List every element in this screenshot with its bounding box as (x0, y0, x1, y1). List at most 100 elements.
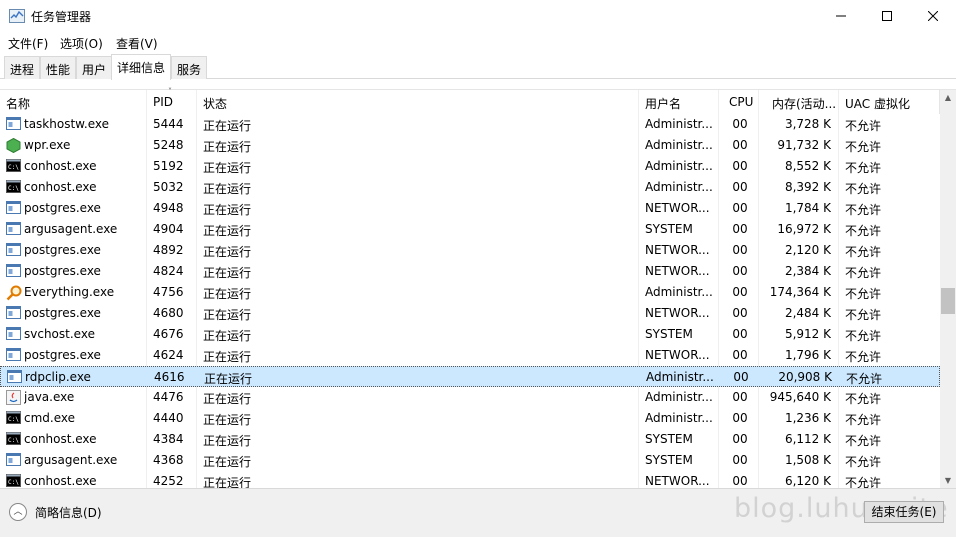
menu-view[interactable]: 查看(V) (116, 35, 158, 52)
username-cell: Administr... (646, 370, 714, 384)
console-icon: C:\ (6, 180, 21, 193)
window-app-icon (6, 222, 21, 235)
uac-cell: 不允许 (845, 455, 882, 469)
column-header-name[interactable]: 名称 (0, 90, 147, 114)
process-name-cell: postgres.exe (24, 306, 101, 320)
column-header-cpu[interactable]: CPU (719, 90, 759, 114)
column-header-memory[interactable]: 内存(活动... (759, 90, 839, 114)
pid-cell: 4892 (153, 243, 184, 257)
memory-cell: 16,972 K (777, 222, 831, 236)
scrollbar-thumb[interactable] (941, 288, 955, 314)
close-button[interactable] (910, 0, 956, 32)
table-row[interactable]: wpr.exe 5248 正在运行 Administr... 00 91,732 K 不允许 (0, 135, 940, 156)
memory-cell: 1,784 K (784, 201, 831, 215)
uac-cell: 不允许 (845, 434, 882, 448)
pid-cell: 4440 (153, 411, 184, 425)
cpu-cell: 00 (732, 201, 748, 215)
process-name-cell: svchost.exe (24, 327, 95, 341)
window-app-icon (6, 243, 21, 256)
process-name-cell: Everything.exe (24, 285, 115, 299)
tab-processes[interactable]: 进程 (4, 56, 41, 79)
tab-details[interactable]: 详细信息 (111, 54, 172, 80)
uac-cell: 不允许 (845, 119, 882, 133)
pid-cell: 4476 (153, 390, 184, 404)
column-header-user[interactable]: 用户名 (639, 90, 719, 114)
username-cell: Administr... (645, 411, 713, 425)
chevron-up-icon[interactable]: ︿ (9, 503, 27, 521)
table-row[interactable]: C:\ conhost.exe 4384 正在运行 SYSTEM 00 6,112 K 不允许 (0, 429, 940, 450)
status-cell: 正在运行 (203, 413, 252, 427)
uac-cell: 不允许 (845, 413, 882, 427)
status-cell: 正在运行 (203, 182, 252, 196)
table-row[interactable]: java.exe 4476 正在运行 Administr... 00 945,640 K 不… (0, 387, 940, 408)
svg-text:C:\: C:\ (8, 437, 19, 444)
status-cell: 正在运行 (203, 434, 252, 448)
uac-cell: 不允许 (846, 372, 883, 386)
table-row[interactable]: C:\ cmd.exe 4440 正在运行 Administr... 00 1,236 K 不… (0, 408, 940, 429)
memory-cell: 91,732 K (777, 138, 831, 152)
column-header-status[interactable]: 状态 (197, 90, 639, 114)
brief-info-link[interactable]: 简略信息(D) (35, 504, 102, 521)
uac-cell: 不允许 (845, 266, 882, 280)
table-row[interactable]: C:\ conhost.exe 5192 正在运行 Administr... 00 8,55… (0, 156, 940, 177)
menu-file[interactable]: 文件(F) (8, 35, 48, 52)
process-name-cell: conhost.exe (24, 474, 97, 488)
table-row[interactable]: postgres.exe 4680 正在运行 NETWOR... 00 2,484 K 不允… (0, 303, 940, 324)
sort-arrow-icon: ˅ (168, 87, 172, 96)
end-task-button[interactable]: 结束任务(E) (864, 501, 944, 523)
table-row[interactable]: svchost.exe 4676 正在运行 SYSTEM 00 5,912 K 不允许 (0, 324, 940, 345)
username-cell: SYSTEM (645, 327, 693, 341)
process-name-cell: argusagent.exe (24, 222, 118, 236)
status-cell: 正在运行 (203, 224, 252, 238)
status-cell: 正在运行 (203, 119, 252, 133)
maximize-button[interactable] (864, 0, 910, 32)
table-row[interactable]: argusagent.exe 4904 正在运行 SYSTEM 00 16,972 K 不允… (0, 219, 940, 240)
table-row[interactable]: argusagent.exe 4368 正在运行 SYSTEM 00 1,508 K 不允许 (0, 450, 940, 471)
scroll-up-arrow-icon[interactable]: ▲ (940, 90, 956, 106)
table-row[interactable]: postgres.exe 4892 正在运行 NETWOR... 00 2,120 K 不允… (0, 240, 940, 261)
cpu-cell: 00 (732, 117, 748, 131)
scroll-down-arrow-icon[interactable]: ▼ (940, 473, 956, 489)
uac-cell: 不允许 (845, 140, 882, 154)
cpu-cell: 00 (732, 327, 748, 341)
memory-cell: 20,908 K (778, 370, 832, 384)
console-icon: C:\ (6, 159, 21, 172)
pid-cell: 5444 (153, 117, 184, 131)
window-app-icon (6, 453, 21, 466)
menu-bar: 文件(F) 选项(O) 查看(V) (0, 32, 956, 52)
minimize-button[interactable] (818, 0, 864, 32)
column-header-pid[interactable]: PID ˅ (147, 87, 197, 114)
status-cell: 正在运行 (203, 266, 252, 280)
uac-cell: 不允许 (845, 392, 882, 406)
cpu-cell: 00 (732, 285, 748, 299)
table-row[interactable]: postgres.exe 4624 正在运行 NETWOR... 00 1,796 K 不允… (0, 345, 940, 366)
username-cell: NETWOR... (645, 306, 710, 320)
tab-services[interactable]: 服务 (171, 56, 208, 79)
column-header-uac[interactable]: UAC 虚拟化 (839, 90, 940, 114)
status-cell: 正在运行 (203, 308, 252, 322)
table-row[interactable]: postgres.exe 4824 正在运行 NETWOR... 00 2,384 K 不允… (0, 261, 940, 282)
vertical-scrollbar[interactable]: ▲ ▼ (940, 90, 956, 489)
pid-cell: 4384 (153, 432, 184, 446)
cpu-cell: 00 (732, 348, 748, 362)
table-row[interactable]: rdpclip.exe 4616 正在运行 Administr... 00 20,908 … (0, 366, 940, 387)
username-cell: NETWOR... (645, 348, 710, 362)
table-row[interactable]: taskhostw.exe 5444 正在运行 Administr... 00 3,728… (0, 114, 940, 135)
uac-cell: 不允许 (845, 161, 882, 175)
status-cell: 正在运行 (203, 476, 252, 489)
java-icon (6, 390, 21, 405)
table-row[interactable]: C:\ conhost.exe 4252 正在运行 NETWOR... 00 6,120 K… (0, 471, 940, 489)
table-row[interactable]: Everything.exe 4756 正在运行 Administr... 00 174,… (0, 282, 940, 303)
username-cell: NETWOR... (645, 201, 710, 215)
table-row[interactable]: postgres.exe 4948 正在运行 NETWOR... 00 1,784 K 不允… (0, 198, 940, 219)
table-row[interactable]: C:\ conhost.exe 5032 正在运行 Administr... 00 8,39… (0, 177, 940, 198)
tab-performance[interactable]: 性能 (40, 56, 77, 79)
username-cell: NETWOR... (645, 474, 710, 488)
menu-options[interactable]: 选项(O) (60, 35, 103, 52)
uac-cell: 不允许 (845, 329, 882, 343)
window-app-icon (6, 348, 21, 361)
status-cell: 正在运行 (203, 287, 252, 301)
status-cell: 正在运行 (204, 372, 253, 386)
tab-users[interactable]: 用户 (76, 56, 113, 79)
memory-cell: 1,796 K (784, 348, 831, 362)
